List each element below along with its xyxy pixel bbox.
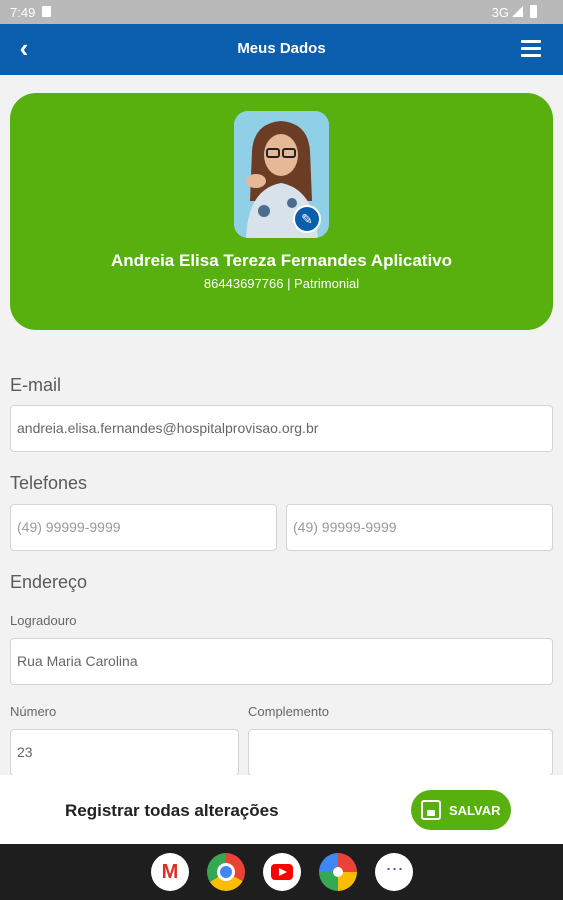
save-button-label: SALVAR (449, 803, 501, 818)
system-taskbar (0, 844, 563, 900)
phones-section-label: Telefones (10, 473, 88, 493)
phone-field-2[interactable]: (49) 99999-9999 (286, 504, 553, 551)
save-icon (421, 800, 441, 820)
status-bar: 7:49 3G (0, 0, 563, 24)
page-title: Meus Dados (237, 40, 326, 57)
street-label: Logradouro (10, 613, 77, 628)
status-time: 7:49 (10, 5, 36, 20)
register-changes-text: Registrar todas alterações (65, 801, 279, 820)
number-label: Número (10, 704, 57, 719)
chrome-icon[interactable] (207, 853, 245, 891)
profile-card: ✎ Andreia Elisa Tereza Fernandes Aplicat… (10, 93, 553, 330)
photos-icon[interactable] (319, 853, 357, 891)
profile-name: Andreia Elisa Tereza Fernandes Aplicativ… (110, 251, 453, 270)
youtube-icon[interactable] (263, 853, 301, 891)
phone-field-1[interactable]: (49) 99999-9999 (10, 504, 277, 551)
address-section-label: Endereço (10, 572, 88, 592)
bottom-action-bar: Registrar todas alterações SALVAR (0, 775, 563, 844)
app-bar: ‹ Meus Dados (0, 24, 563, 75)
network-type: 3G (491, 5, 509, 20)
sd-card-icon (42, 6, 51, 17)
gmail-icon[interactable] (151, 853, 189, 891)
save-button[interactable]: SALVAR (411, 790, 511, 830)
complement-field[interactable] (248, 729, 553, 776)
edit-photo-icon[interactable]: ✎ (293, 205, 321, 233)
hamburger-menu-icon[interactable] (521, 40, 541, 58)
street-field[interactable]: Rua Maria Carolina (10, 638, 553, 685)
profile-subtitle: 86443697766 | Patrimonial (203, 276, 360, 291)
apps-icon[interactable] (375, 853, 413, 891)
signal-icon (512, 6, 523, 17)
email-field[interactable]: andreia.elisa.fernandes@hospitalprovisao… (10, 405, 553, 452)
email-section-label: E-mail (10, 375, 62, 395)
battery-icon (530, 5, 537, 18)
number-field[interactable]: 23 (10, 729, 239, 776)
complement-label: Complemento (248, 704, 329, 719)
